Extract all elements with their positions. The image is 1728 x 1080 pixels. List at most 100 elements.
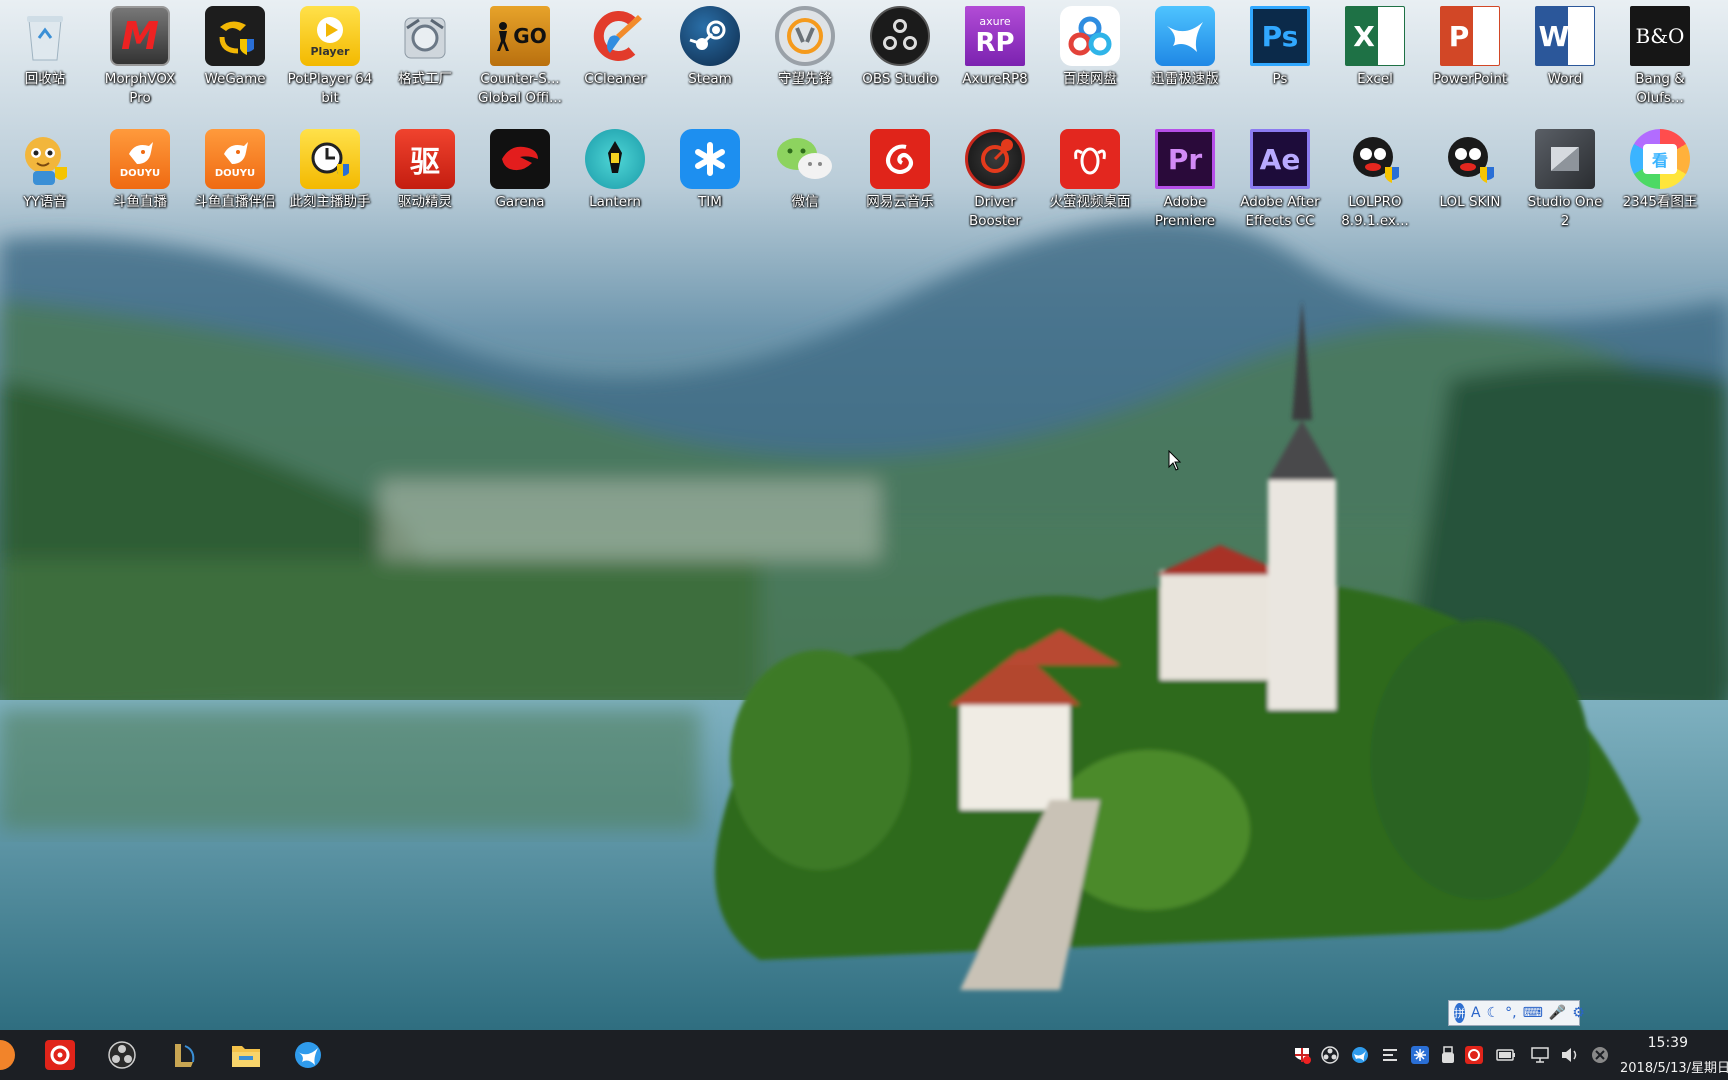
wegame-icon (205, 6, 265, 66)
morphvox-icon: M (110, 6, 170, 66)
battery-tray-icon[interactable] (1496, 1045, 1516, 1065)
desktop-icon-photoshop[interactable]: Ps Ps (1235, 0, 1325, 89)
taskbar-league[interactable] (166, 1038, 202, 1072)
snowflake-tray-icon[interactable] (1410, 1045, 1430, 1065)
clock-date[interactable]: 2018/5/13/星期日 (1620, 1057, 1728, 1076)
security-tray-icon[interactable] (1292, 1045, 1312, 1065)
desktop-icon-douyu-companion[interactable]: DOUYU 斗鱼直播伴侣 (190, 123, 280, 212)
desktop-icon-streamer-assistant[interactable]: 此刻主播助手 (285, 123, 375, 212)
recycle-bin-icon (15, 6, 75, 66)
bang-olufsen-icon: B&O (1630, 6, 1690, 66)
desktop-icon-format-factory[interactable]: 格式工厂 (380, 0, 470, 89)
desktop-icon-wechat[interactable]: 微信 (760, 123, 850, 212)
desktop-icon-netease-music[interactable]: 网易云音乐 (855, 123, 945, 212)
clock-time[interactable]: 15:39 (1648, 1035, 1688, 1051)
icon-label: 火萤视频桌面 (1049, 194, 1131, 210)
viewer-frame: 看 (1643, 144, 1677, 174)
icon-label: Studio One 2 (1527, 194, 1603, 229)
desktop-icon-obs[interactable]: OBS Studio (855, 0, 945, 89)
volume-tray-icon[interactable] (1560, 1045, 1580, 1065)
ime-toolbar[interactable]: 拼 A ☾ °, ⌨ 🎤 ⚙ (1448, 1000, 1585, 1026)
garena-icon (490, 129, 550, 189)
tim-icon (680, 129, 740, 189)
icon-label: CCleaner (584, 71, 646, 87)
ime-keyboard-icon[interactable]: ⌨ (1523, 1005, 1543, 1021)
desktop-icon-lol-skin[interactable]: LOL SKIN (1425, 123, 1515, 212)
desktop-icon-douyu[interactable]: DOUYU 斗鱼直播 (95, 123, 185, 212)
desktop-icon-axure[interactable]: axure RP AxureRP8 (950, 0, 1040, 89)
desktop-icon-steam[interactable]: Steam (665, 0, 755, 89)
powerpoint-glyph: P (1448, 19, 1470, 53)
taskbar-douyu[interactable] (0, 1038, 18, 1072)
icon-label: Garena (495, 194, 545, 210)
yy-voice-icon (15, 129, 75, 189)
driver-genius-glyph: 驱 (410, 145, 440, 180)
desktop-icon-overwatch[interactable]: 守望先锋 (760, 0, 850, 89)
netease-tray-icon[interactable] (1464, 1045, 1484, 1065)
desktop-icon-2345-viewer[interactable]: 看 2345看图王 (1615, 123, 1705, 212)
desktop-icon-powerpoint[interactable]: P PowerPoint (1425, 0, 1515, 89)
wechat-icon (775, 129, 835, 189)
desktop-icon-baidu-netdisk[interactable]: 百度网盘 (1045, 0, 1135, 89)
ime-tray-icon[interactable] (1380, 1045, 1400, 1065)
desktop-icon-excel[interactable]: X Excel (1330, 0, 1420, 89)
baidu-netdisk-icon (1060, 6, 1120, 66)
taskbar-netease-music[interactable] (42, 1038, 78, 1072)
icon-label: 回收站 (24, 71, 66, 87)
axure-glyph: RP (975, 27, 1015, 58)
desktop-icon-studio-one[interactable]: Studio One 2 (1520, 123, 1610, 231)
obs-tray-icon[interactable] (1320, 1045, 1340, 1065)
format-factory-icon (395, 6, 455, 66)
obs-icon (870, 6, 930, 66)
desktop-icon-yy-voice[interactable]: YY语音 (0, 123, 90, 212)
desktop-icon-after-effects[interactable]: Ae Adobe After Effects CC (1235, 123, 1325, 231)
taskbar-thunder[interactable] (290, 1038, 326, 1072)
network-tray-icon[interactable] (1530, 1045, 1550, 1065)
desktop-icon-wegame[interactable]: WeGame (190, 0, 280, 89)
douyu-companion-icon: DOUYU (205, 129, 265, 189)
desktop-icon-driver-booster[interactable]: Driver Booster (950, 123, 1040, 231)
desktop-icon-potplayer[interactable]: Player PotPlayer 64 bit (285, 0, 375, 108)
after-effects-glyph: Ae (1259, 142, 1301, 176)
desktop-icon-recycle-bin[interactable]: 回收站 (0, 0, 90, 89)
desktop-icon-thunder[interactable]: 迅雷极速版 (1140, 0, 1230, 89)
axure-top-glyph: axure (979, 14, 1011, 28)
ime-settings-icon[interactable]: ⚙ (1572, 1005, 1585, 1021)
thunder-tray-icon[interactable] (1350, 1045, 1370, 1065)
icon-label: 斗鱼直播伴侣 (194, 194, 276, 210)
usb-tray-icon[interactable] (1438, 1045, 1458, 1065)
desktop-icon-garena[interactable]: Garena (475, 123, 565, 212)
desktop-icon-ccleaner[interactable]: CCleaner (570, 0, 660, 89)
ime-symbol-icon[interactable]: °, (1505, 1005, 1516, 1021)
desktop-icon-tim[interactable]: TIM (665, 123, 755, 212)
taskbar-obs[interactable] (104, 1038, 140, 1072)
desktop-icon-firefly-wallpaper[interactable]: 火萤视频桌面 (1045, 123, 1135, 212)
premiere-glyph: Pr (1167, 142, 1203, 176)
taskbar-file-explorer[interactable] (228, 1038, 264, 1072)
ime-mode-toggle[interactable]: A (1471, 1005, 1481, 1021)
close-tray-icon[interactable] (1590, 1045, 1610, 1065)
ime-logo-icon[interactable]: 拼 (1454, 1003, 1465, 1023)
douyu-task-icon (0, 1040, 15, 1070)
icon-label: Adobe Premiere (1154, 194, 1216, 229)
ime-punctuation-icon[interactable]: ☾ (1487, 1005, 1500, 1021)
desktop-icon-lantern[interactable]: Lantern (570, 123, 660, 212)
premiere-icon: Pr (1155, 129, 1215, 189)
ime-voice-icon[interactable]: 🎤 (1549, 1005, 1566, 1021)
desktop-icon-driver-genius[interactable]: 驱 驱动精灵 (380, 123, 470, 212)
powerpoint-icon: P (1440, 6, 1500, 66)
icon-label: 百度网盘 (1063, 71, 1117, 87)
desktop-icon-bang-olufsen[interactable]: B&O Bang & Olufs... (1615, 0, 1705, 108)
lantern-icon (585, 129, 645, 189)
icon-label: 格式工厂 (398, 71, 452, 87)
desktop-icon-premiere[interactable]: Pr Adobe Premiere (1140, 123, 1230, 231)
douyu-companion-glyph: DOUYU (214, 167, 256, 179)
netease-music-icon (870, 129, 930, 189)
desktop-icon-morphvox[interactable]: M MorphVOX Pro (95, 0, 185, 108)
icon-label: 此刻主播助手 (289, 194, 371, 210)
desktop-icon-word[interactable]: W Word (1520, 0, 1610, 89)
desktop-icon-lolpro[interactable]: LOLPRO 8.9.1.ex... (1330, 123, 1420, 231)
icon-label: YY语音 (23, 194, 67, 210)
desktop-icon-csgo[interactable]: GO Counter-S... Global Offi... (475, 0, 565, 108)
csgo-icon: GO (490, 6, 550, 66)
